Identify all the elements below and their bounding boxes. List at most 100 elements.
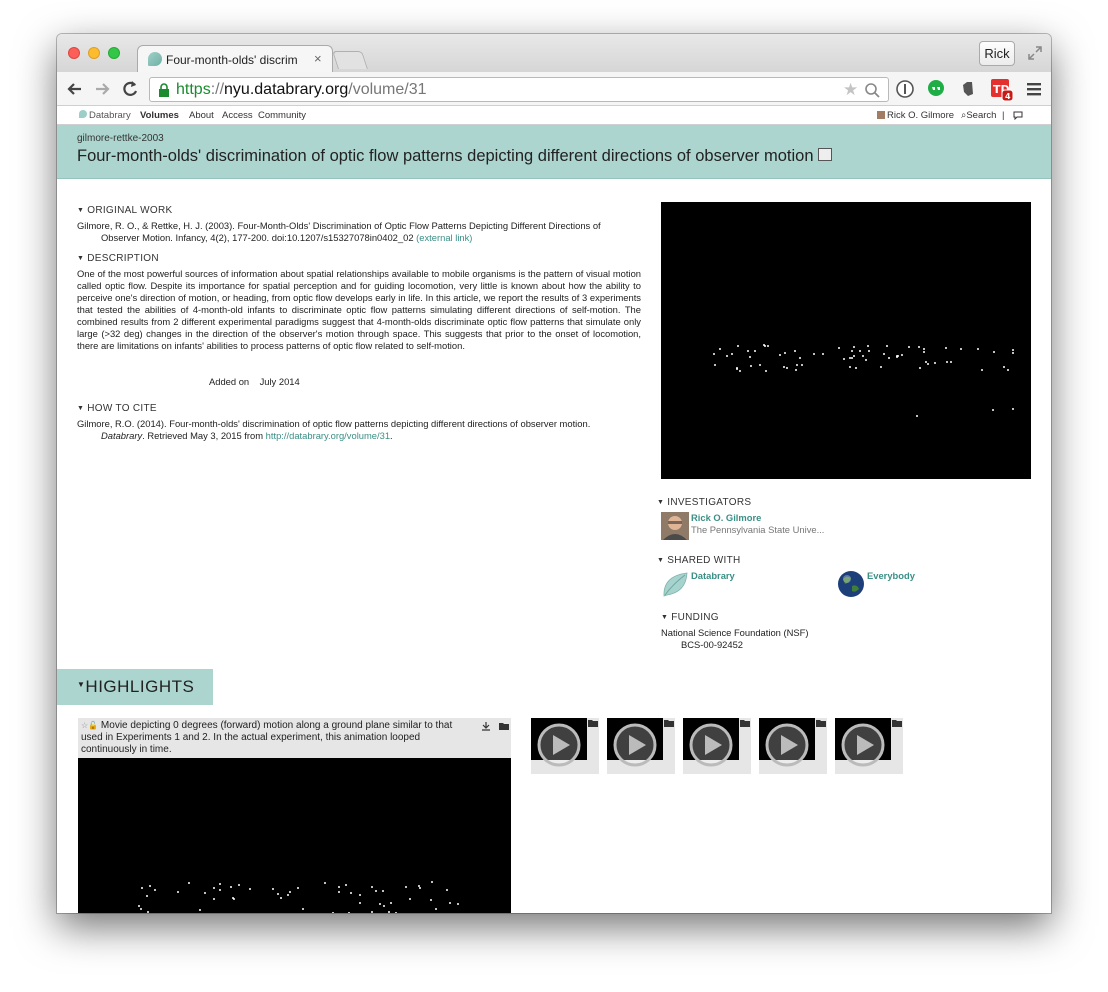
edit-icon[interactable] xyxy=(817,148,832,162)
optic-flow-dot xyxy=(347,911,350,913)
profile-button[interactable]: Rick xyxy=(979,41,1015,66)
download-icon[interactable] xyxy=(481,721,491,731)
optic-flow-dot xyxy=(148,885,151,887)
evernote-icon[interactable] xyxy=(959,80,977,98)
optic-flow-dot xyxy=(375,890,378,893)
play-icon[interactable] xyxy=(613,723,657,767)
folder-icon[interactable] xyxy=(891,718,903,728)
investigator-name[interactable]: Rick O. Gilmore xyxy=(691,512,761,524)
zoom-window-button[interactable] xyxy=(108,47,120,59)
collapse-triangle-icon: ▼ xyxy=(77,405,85,412)
shared-group-databrary[interactable]: Databrary xyxy=(691,570,735,582)
folder-icon[interactable] xyxy=(587,718,599,728)
menu-icon[interactable] xyxy=(1025,80,1043,98)
optic-flow-dot xyxy=(887,356,890,359)
optic-flow-dot xyxy=(778,354,781,357)
optic-flow-dot xyxy=(852,346,855,349)
optic-flow-dot xyxy=(849,356,852,359)
funding-heading[interactable]: ▼ FUNDING xyxy=(661,612,719,623)
investigators-heading[interactable]: ▼ INVESTIGATORS xyxy=(657,497,751,508)
optic-flow-dot xyxy=(927,363,930,366)
nav-community[interactable]: Community xyxy=(258,110,306,121)
minimize-window-button[interactable] xyxy=(88,47,100,59)
databrary-leaf-icon xyxy=(663,572,688,597)
highlight-thumbnail[interactable] xyxy=(607,718,675,774)
optic-flow-dot xyxy=(865,358,868,361)
cite-text: Gilmore, R.O. (2014). Four-month-olds' d… xyxy=(77,418,591,441)
optic-flow-dot xyxy=(139,908,142,911)
funding-agency: National Science Foundation (NSF) xyxy=(661,627,809,638)
folder-icon[interactable] xyxy=(663,718,675,728)
how-to-cite-heading[interactable]: ▼ HOW TO CITE xyxy=(77,403,157,414)
folder-icon[interactable] xyxy=(498,721,510,731)
hangouts-icon[interactable] xyxy=(927,80,945,98)
nav-about[interactable]: About xyxy=(189,110,214,121)
browser-tab[interactable]: Four-month-olds' discrim × xyxy=(137,45,333,72)
highlight-video[interactable] xyxy=(78,758,511,913)
nav-volumes[interactable]: Volumes xyxy=(140,110,179,121)
volume-link[interactable]: http://databrary.org/volume/31 xyxy=(266,430,390,441)
highlight-thumbnail[interactable] xyxy=(835,718,903,774)
highlight-thumbnail[interactable] xyxy=(531,718,599,774)
search-link[interactable]: ⌕Search xyxy=(961,110,996,121)
optic-flow-dot xyxy=(394,911,397,913)
close-window-button[interactable] xyxy=(68,47,80,59)
new-tab-button[interactable] xyxy=(332,51,368,69)
optic-flow-dot xyxy=(922,348,925,351)
shared-with-heading[interactable]: ▼ SHARED WITH xyxy=(657,555,741,566)
optic-flow-dot xyxy=(880,365,883,368)
description-heading[interactable]: ▼ DESCRIPTION xyxy=(77,253,159,264)
external-link[interactable]: (external link) xyxy=(416,232,472,243)
optic-flow-dot xyxy=(783,365,786,368)
optic-flow-dot xyxy=(764,369,767,372)
optic-flow-dot xyxy=(946,360,949,363)
todoist-extension-icon[interactable]: TD 4 xyxy=(990,78,1014,102)
optic-flow-dot xyxy=(434,908,437,911)
play-icon[interactable] xyxy=(537,723,581,767)
highlights-heading[interactable]: ▼HIGHLIGHTS xyxy=(57,669,213,705)
optic-flow-dot xyxy=(762,344,765,347)
fullscreen-icon[interactable] xyxy=(1027,45,1043,61)
optic-flow-dot xyxy=(945,347,948,350)
optic-flow-dot xyxy=(177,890,180,893)
collapse-triangle-icon: ▼ xyxy=(657,499,665,506)
nav-access[interactable]: Access xyxy=(222,110,253,121)
optic-flow-dot xyxy=(370,910,373,913)
play-icon[interactable] xyxy=(841,723,885,767)
optic-flow-dot xyxy=(146,911,149,913)
optic-flow-dot xyxy=(753,349,756,352)
highlight-card[interactable]: ☆🔓 Movie depicting 0 degrees (forward) m… xyxy=(78,718,511,913)
address-bar[interactable]: https://nyu.databrary.org/volume/31 ★ xyxy=(149,77,889,102)
tab-close-icon[interactable]: × xyxy=(314,51,322,66)
original-work-heading[interactable]: ▼ ORIGINAL WORK xyxy=(77,205,172,216)
back-icon[interactable] xyxy=(65,79,85,99)
collapse-triangle-icon: ▼ xyxy=(77,680,86,689)
user-menu[interactable]: Rick O. Gilmore xyxy=(877,110,954,121)
notifications-icon[interactable] xyxy=(1013,111,1023,120)
optic-flow-dot xyxy=(446,888,449,891)
site-navigation: Databrary Volumes About Access Community… xyxy=(57,107,1051,125)
optic-flow-dot xyxy=(812,353,815,356)
highlight-thumbnail[interactable] xyxy=(683,718,751,774)
play-icon[interactable] xyxy=(765,723,809,767)
folder-icon[interactable] xyxy=(815,718,827,728)
star-icon[interactable]: ★ xyxy=(843,81,858,99)
optic-flow-dot xyxy=(153,889,156,892)
databrary-logo[interactable]: Databrary xyxy=(79,110,131,121)
shared-group-everybody[interactable]: Everybody xyxy=(867,570,915,582)
play-icon[interactable] xyxy=(689,723,733,767)
password-manager-icon[interactable] xyxy=(896,80,914,98)
volume-thumbnail-video[interactable] xyxy=(661,202,1031,479)
funding-grant: BCS-00-92452 xyxy=(681,639,744,650)
optic-flow-dot xyxy=(992,408,995,411)
zoom-icon[interactable] xyxy=(864,82,880,98)
reload-icon[interactable] xyxy=(120,79,140,99)
added-on: Added on July 2014 xyxy=(209,376,300,387)
optic-flow-dot xyxy=(960,347,963,350)
folder-icon[interactable] xyxy=(739,718,751,728)
tab-title: Four-month-olds' discrim xyxy=(166,53,298,67)
optic-flow-dot xyxy=(747,350,750,353)
optic-flow-dot xyxy=(759,364,762,367)
highlight-thumbnail[interactable] xyxy=(759,718,827,774)
forward-icon[interactable] xyxy=(92,79,112,99)
